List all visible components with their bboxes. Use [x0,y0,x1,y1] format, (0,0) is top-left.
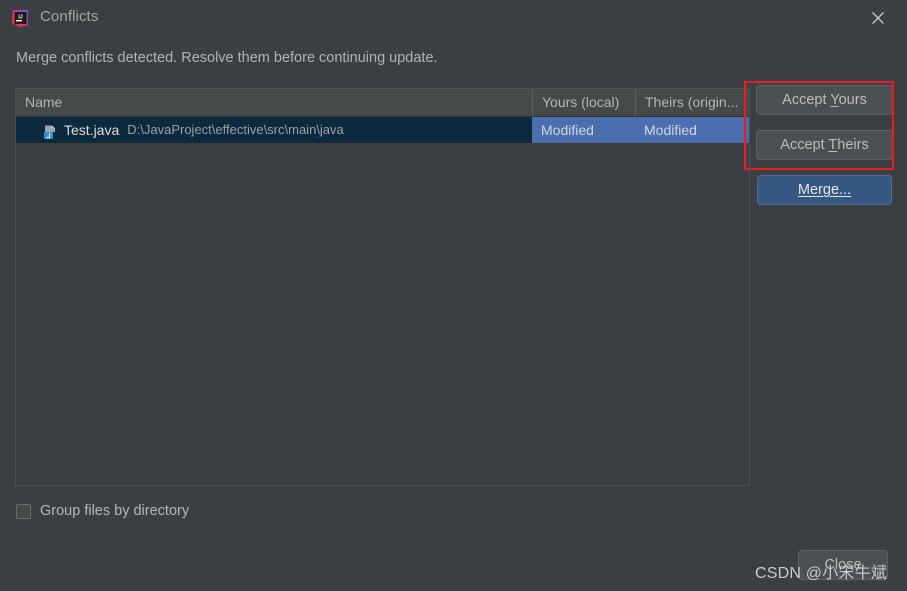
accept-yours-mnemonic: Y [830,92,839,108]
close-button[interactable]: Close [798,550,888,580]
column-header-yours[interactable]: Yours (local) [532,89,635,116]
conflicts-table[interactable]: Name Yours (local) Theirs (origin... Tes… [15,88,750,486]
accept-theirs-prefix: Accept [780,137,829,153]
svg-text:IJ: IJ [18,14,22,20]
cell-yours-status[interactable]: Modified [532,117,635,143]
merge-button-label: Merge... [797,182,852,198]
java-file-icon [42,122,58,139]
cell-theirs-status[interactable]: Modified [635,117,749,143]
file-name-text: Test.java [64,122,120,138]
column-header-theirs[interactable]: Theirs (origin... [635,89,749,116]
accept-theirs-button[interactable]: Accept Theirs [756,130,893,160]
table-body: Test.java D:\JavaProject\effective\src\m… [16,117,749,485]
title-bar: IJ Conflicts [0,0,907,36]
merge-button[interactable]: Merge... [757,175,892,205]
accept-theirs-mnemonic: T [828,137,838,153]
table-header-row: Name Yours (local) Theirs (origin... [16,89,749,117]
group-files-by-directory-label: Group files by directory [40,503,190,519]
accept-yours-prefix: Accept [782,92,831,108]
window-title: Conflicts [40,8,99,25]
checkbox-box[interactable] [16,503,31,519]
accept-theirs-suffix: heirs [837,137,869,153]
group-files-by-directory-checkbox[interactable]: Group files by directory [16,503,189,519]
accept-yours-button[interactable]: Accept Yours [756,85,893,115]
column-header-name[interactable]: Name [16,89,532,116]
file-path-text: D:\JavaProject\effective\src\main\java [127,122,344,137]
intellij-idea-logo-icon: IJ [11,9,30,28]
table-row[interactable]: Test.java D:\JavaProject\effective\src\m… [16,117,749,143]
close-button-label: Close [824,557,862,573]
conflict-message: Merge conflicts detected. Resolve them b… [16,50,438,66]
cell-file-name[interactable]: Test.java D:\JavaProject\effective\src\m… [16,117,532,143]
close-icon[interactable] [861,7,895,31]
accept-yours-suffix: ours [838,92,867,108]
